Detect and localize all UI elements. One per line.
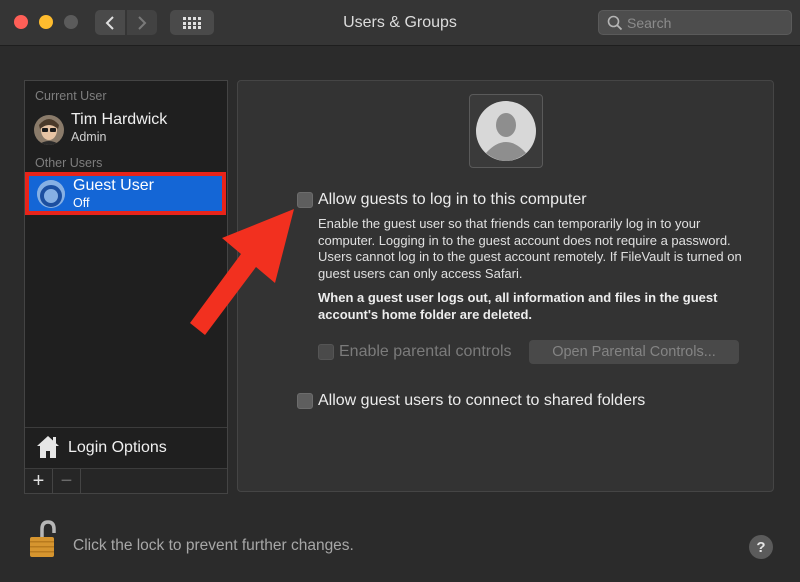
lock-instruction-text: Click the lock to prevent further change… bbox=[73, 537, 354, 554]
search-icon bbox=[607, 15, 623, 31]
current-user-section-label: Current User bbox=[35, 89, 107, 103]
other-users-section-label: Other Users bbox=[35, 156, 103, 170]
help-button[interactable]: ? bbox=[749, 535, 773, 559]
guest-settings-panel: Allow guests to log in to this computer … bbox=[237, 80, 774, 492]
parental-controls-label[interactable]: Enable parental controls bbox=[339, 343, 512, 361]
current-user-role: Admin bbox=[71, 130, 107, 144]
guest-data-warning: When a guest user logs out, all informat… bbox=[318, 290, 718, 322]
remove-user-button[interactable]: − bbox=[53, 469, 81, 493]
parental-controls-checkbox[interactable] bbox=[318, 344, 334, 360]
house-icon bbox=[37, 436, 59, 458]
add-user-button[interactable]: + bbox=[25, 469, 53, 493]
guest-user-name: Guest User bbox=[73, 177, 154, 194]
title-bar: Users & Groups bbox=[0, 0, 800, 46]
person-silhouette-icon bbox=[476, 101, 536, 161]
user-avatar bbox=[34, 115, 64, 145]
open-parental-controls-button[interactable]: Open Parental Controls... bbox=[529, 340, 739, 364]
login-options-label: Login Options bbox=[68, 439, 167, 456]
current-user-name: Tim Hardwick bbox=[71, 111, 168, 128]
red-arrow-annotation bbox=[190, 209, 294, 335]
login-options-button[interactable]: Login Options bbox=[25, 427, 227, 467]
search-input[interactable] bbox=[627, 13, 787, 32]
guest-user-status: Off bbox=[73, 196, 90, 210]
lock-icon[interactable] bbox=[28, 520, 58, 560]
search-field[interactable] bbox=[598, 10, 792, 35]
sidebar-footer: + − bbox=[25, 468, 227, 493]
guest-user-avatar-icon bbox=[37, 180, 65, 208]
guest-profile-picture[interactable] bbox=[469, 94, 543, 168]
allow-guests-description: Enable the guest user so that friends ca… bbox=[318, 216, 742, 281]
shared-folders-checkbox[interactable] bbox=[297, 393, 313, 409]
shared-folders-label[interactable]: Allow guest users to connect to shared f… bbox=[318, 392, 645, 410]
allow-guests-label[interactable]: Allow guests to log in to this computer bbox=[318, 191, 587, 209]
